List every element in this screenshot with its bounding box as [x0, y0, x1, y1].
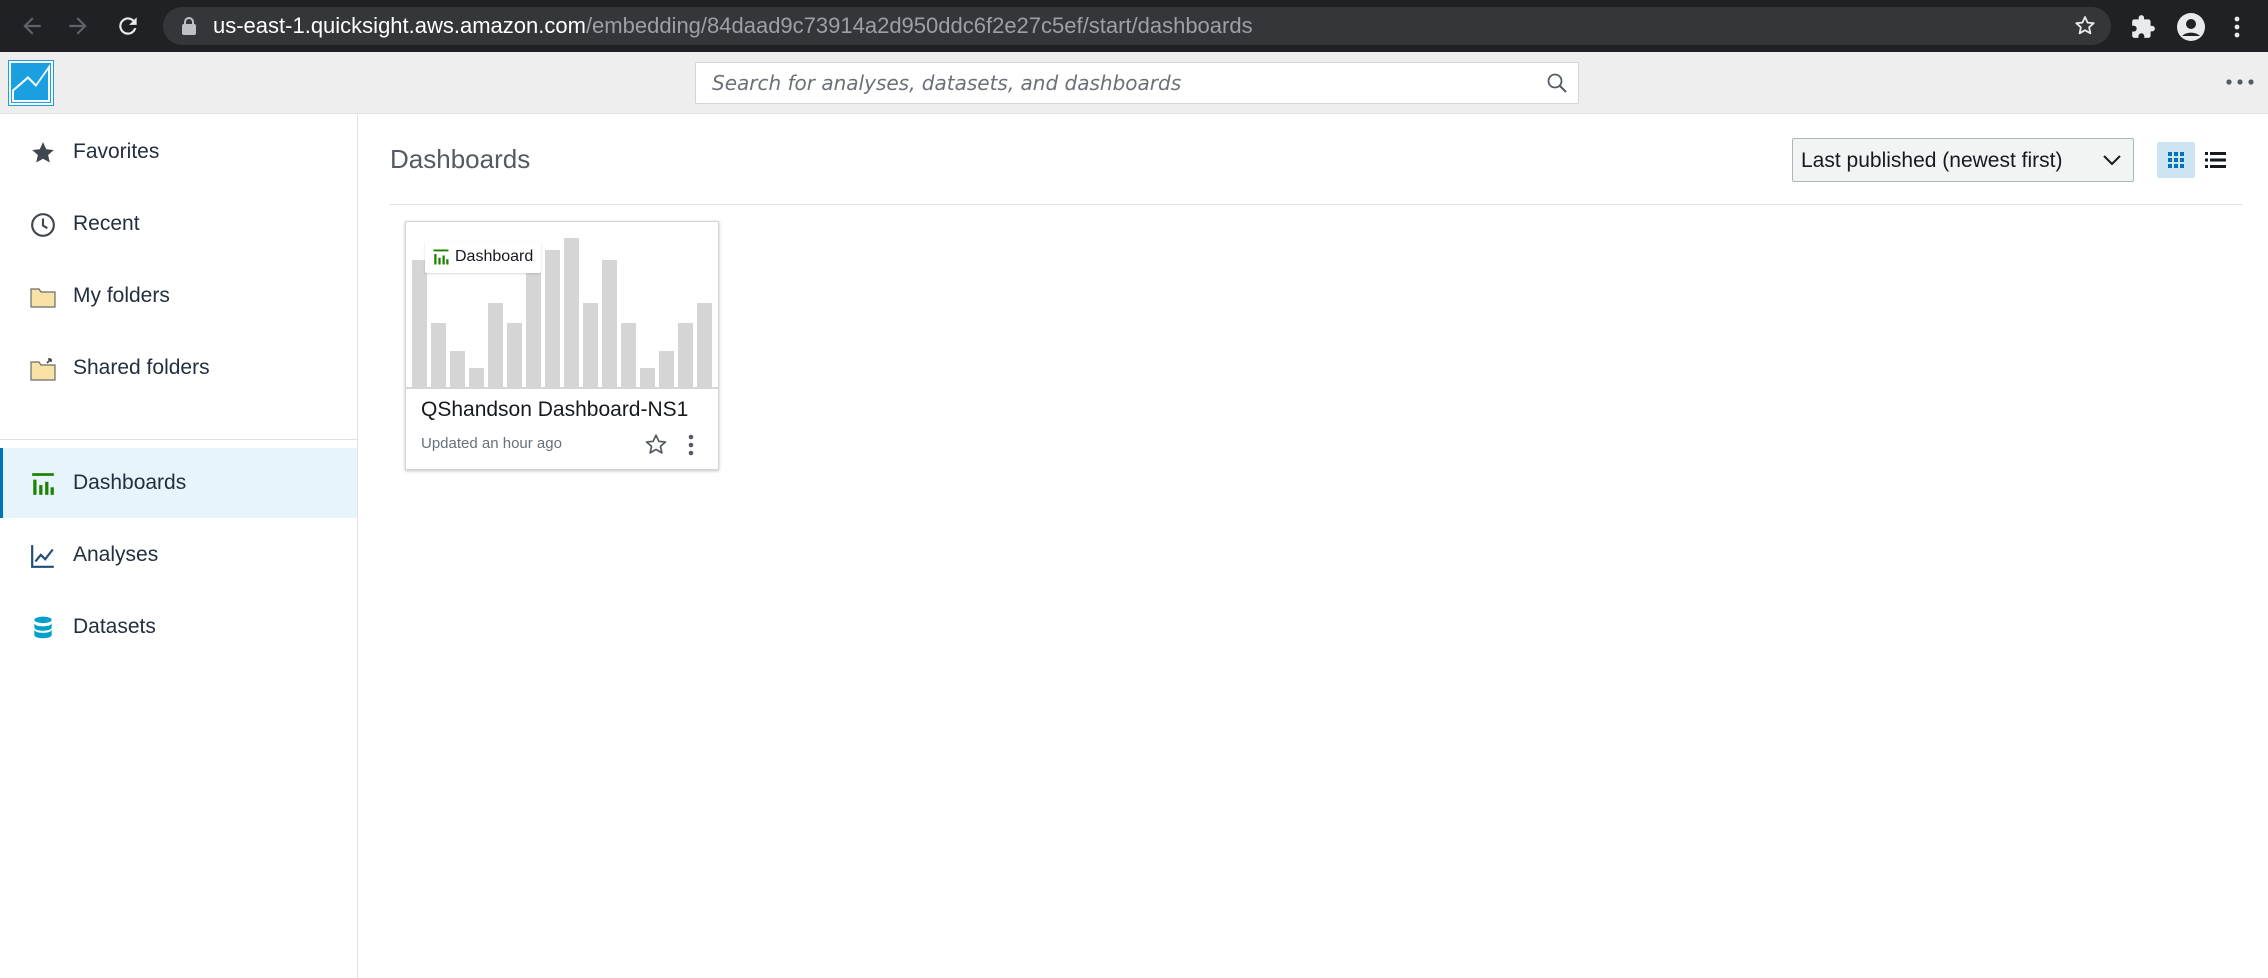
thumbnail-bar	[507, 323, 522, 388]
sidebar-item-analyses[interactable]: Analyses	[0, 520, 357, 590]
extensions-button[interactable]	[2128, 12, 2158, 42]
browser-toolbar: us-east-1.quicksight.aws.amazon.com/embe…	[0, 0, 2268, 52]
shared-folder-icon	[30, 358, 56, 381]
dashboard-icon	[32, 473, 54, 495]
url-path: /embedding/84daad9c73914a2d950ddc6f2e27c…	[585, 13, 1253, 38]
star-icon	[32, 142, 54, 163]
thumbnail-bar	[412, 260, 427, 388]
card-menu-icon[interactable]	[684, 432, 698, 458]
app-header	[0, 52, 2268, 114]
search-input[interactable]	[712, 63, 1532, 103]
sort-selected-value: Last published (newest first)	[1801, 149, 2063, 172]
address-bar[interactable]: us-east-1.quicksight.aws.amazon.com/embe…	[163, 7, 2111, 45]
bookmark-star-icon[interactable]	[2073, 14, 2097, 38]
list-view-button[interactable]	[2197, 142, 2233, 178]
sidebar-item-label: Dashboards	[73, 471, 187, 494]
kebab-menu-icon	[2234, 16, 2240, 38]
forward-button[interactable]	[62, 10, 94, 42]
sidebar-item-label: My folders	[73, 284, 170, 307]
sidebar-item-label: Recent	[73, 212, 140, 235]
sort-dropdown[interactable]: Last published (newest first)	[1792, 138, 2134, 182]
quicksight-logo-icon[interactable]	[8, 60, 54, 106]
clock-icon	[31, 213, 55, 237]
sidebar-item-my-folders[interactable]: My folders	[0, 261, 357, 331]
type-badge: Dashboard	[425, 241, 542, 273]
browser-menu-button[interactable]	[2222, 12, 2252, 42]
sidebar-item-label: Analyses	[73, 543, 159, 566]
dashboard-thumbnail[interactable]: Dashboard	[412, 228, 712, 388]
thumbnail-bar	[602, 260, 617, 388]
back-button[interactable]	[16, 10, 48, 42]
page-title: Dashboards	[390, 144, 531, 174]
forward-arrow-icon	[69, 17, 87, 35]
folder-icon	[30, 288, 56, 308]
sidebar-item-recent[interactable]: Recent	[0, 189, 357, 259]
thumbnail-bar	[678, 323, 693, 388]
grid-icon	[2168, 152, 2184, 168]
thumbnail-bar	[450, 351, 465, 388]
grid-view-button[interactable]	[2157, 142, 2195, 178]
database-icon	[34, 616, 52, 639]
sidebar-item-shared-folders[interactable]: Shared folders	[0, 333, 357, 403]
card-divider	[406, 387, 718, 389]
type-badge-label: Dashboard	[455, 248, 534, 265]
content-divider	[390, 204, 2242, 205]
thumbnail-bar	[621, 323, 636, 388]
search-icon[interactable]	[1546, 72, 1568, 94]
sidebar-item-favorites[interactable]: Favorites	[0, 117, 357, 187]
chevron-down-icon	[2103, 155, 2121, 166]
url-host: us-east-1.quicksight.aws.amazon.com	[213, 13, 586, 38]
sidebar-item-dashboards[interactable]: Dashboards	[0, 448, 357, 518]
dashboard-card[interactable]: Dashboard QShandson Dashboard-NS1 Update…	[405, 221, 719, 470]
thumbnail-bar	[564, 238, 579, 388]
dashboard-icon	[433, 249, 449, 265]
thumbnail-bar	[545, 250, 560, 388]
sidebar: Favorites Recent My folders Shared folde…	[0, 115, 358, 978]
reload-button[interactable]	[112, 10, 144, 42]
reload-icon	[119, 17, 137, 35]
list-icon	[2205, 152, 2226, 168]
favorite-star-icon[interactable]	[643, 432, 669, 458]
dashboard-title[interactable]: QShandson Dashboard-NS1	[421, 398, 688, 422]
sidebar-item-label: Shared folders	[73, 356, 210, 379]
thumbnail-bar	[469, 368, 484, 388]
sidebar-divider	[0, 439, 357, 440]
lock-icon	[182, 17, 196, 35]
thumbnail-bar	[526, 264, 541, 388]
thumbnail-bar	[583, 303, 598, 388]
thumbnail-bar	[640, 368, 655, 388]
thumbnail-bar	[697, 303, 712, 388]
back-arrow-icon	[23, 17, 41, 35]
updated-timestamp: Updated an hour ago	[421, 435, 562, 452]
sidebar-item-label: Datasets	[73, 615, 156, 638]
search-box	[695, 62, 1579, 104]
url-text: us-east-1.quicksight.aws.amazon.com/embe…	[213, 14, 1253, 38]
thumbnail-bar	[488, 303, 503, 388]
thumbnail-bar	[431, 323, 446, 388]
avatar-icon	[2177, 13, 2205, 41]
more-options-icon[interactable]	[2224, 74, 2256, 90]
profile-button[interactable]	[2176, 12, 2206, 42]
sidebar-item-datasets[interactable]: Datasets	[0, 592, 357, 662]
thumbnail-bar	[659, 351, 674, 388]
line-chart-icon	[31, 545, 54, 568]
puzzle-icon	[2132, 15, 2155, 38]
sidebar-item-label: Favorites	[73, 140, 160, 163]
